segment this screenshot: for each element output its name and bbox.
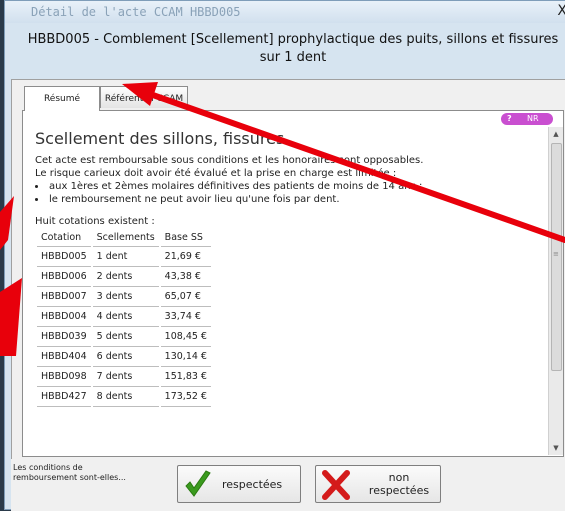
non-respectees-label: non respectées <box>364 471 434 497</box>
column-header: Cotation <box>37 229 91 247</box>
cell-base-ss: 173,52 € <box>160 387 211 407</box>
table-row: HBBD005 1 dent 21,69 € <box>37 247 211 267</box>
cell-cotation: HBBD007 <box>37 287 91 307</box>
cotations-table: Cotation Scellements Base SS HBBD005 1 de… <box>35 229 213 407</box>
cell-cotation: HBBD404 <box>37 347 91 367</box>
table-row: HBBD427 8 dents 173,52 € <box>37 387 211 407</box>
table-row: HBBD039 5 dents 108,45 € <box>37 327 211 347</box>
cell-base-ss: 21,69 € <box>160 247 211 267</box>
cell-scellements: 1 dent <box>92 247 159 267</box>
table-row: HBBD007 3 dents 65,07 € <box>37 287 211 307</box>
dialog-client-area: Résumé Référentiel CCAM ? NR Scellement … <box>11 79 565 461</box>
cell-scellements: 7 dents <box>92 367 159 387</box>
cell-cotation: HBBD427 <box>37 387 91 407</box>
respectees-label: respectées <box>222 478 283 491</box>
nr-badge-label: NR <box>527 114 539 123</box>
column-header: Base SS <box>160 229 211 247</box>
cell-scellements: 3 dents <box>92 287 159 307</box>
cell-base-ss: 33,74 € <box>160 307 211 327</box>
tab-referentiel-ccam[interactable]: Référentiel CCAM <box>100 86 188 108</box>
scroll-up-icon[interactable]: ▲ <box>549 127 563 141</box>
table-row: HBBD098 7 dents 151,83 € <box>37 367 211 387</box>
dialog-window: Détail de l'acte CCAM HBBD005 X HBBD005 … <box>4 0 565 511</box>
table-row: HBBD006 2 dents 43,38 € <box>37 267 211 287</box>
non-label-line-1: non <box>388 471 410 484</box>
vertical-scrollbar[interactable]: ▲ ≡ ▼ <box>548 127 563 455</box>
cell-cotation: HBBD004 <box>37 307 91 327</box>
cell-scellements: 6 dents <box>92 347 159 367</box>
grip-icon: ≡ <box>553 250 559 258</box>
tab-referentiel-label: Référentiel CCAM <box>104 94 184 104</box>
cell-scellements: 4 dents <box>92 307 159 327</box>
summary-title: Scellement des sillons, fissures <box>35 129 285 148</box>
cell-cotation: HBBD006 <box>37 267 91 287</box>
title-bar[interactable]: Détail de l'acte CCAM HBBD005 X <box>5 1 565 23</box>
act-header-text: HBBD005 - Comblement [Scellement] prophy… <box>27 32 559 65</box>
non-label-line-2: respectées <box>368 484 430 497</box>
condition-item: aux 1ères et 2èmes molaires définitives … <box>47 180 535 193</box>
conditions-list: aux 1ères et 2èmes molaires définitives … <box>47 180 535 206</box>
cell-cotation: HBBD098 <box>37 367 91 387</box>
cell-base-ss: 130,14 € <box>160 347 211 367</box>
table-row: HBBD004 4 dents 33,74 € <box>37 307 211 327</box>
table-row: HBBD404 6 dents 130,14 € <box>37 347 211 367</box>
summary-paragraph-2: Le risque carieux doit avoir été évalué … <box>35 168 397 179</box>
respectees-button[interactable]: respectées <box>177 465 301 503</box>
window-title: Détail de l'acte CCAM HBBD005 <box>31 5 241 19</box>
close-icon[interactable]: X <box>557 3 565 19</box>
cell-base-ss: 151,83 € <box>160 367 211 387</box>
cell-scellements: 5 dents <box>92 327 159 347</box>
cell-base-ss: 43,38 € <box>160 267 211 287</box>
non-respectees-button[interactable]: non respectées <box>315 465 441 503</box>
act-header: HBBD005 - Comblement [Scellement] prophy… <box>5 23 565 77</box>
tab-resume[interactable]: Résumé <box>24 86 100 111</box>
cell-base-ss: 65,07 € <box>160 287 211 307</box>
summary-content: Scellement des sillons, fissures Cet act… <box>35 129 535 407</box>
scroll-down-icon[interactable]: ▼ <box>549 441 563 455</box>
cell-scellements: 2 dents <box>92 267 159 287</box>
scrollbar-thumb[interactable]: ≡ <box>551 143 562 371</box>
summary-panel: ? NR Scellement des sillons, fissures Ce… <box>22 110 564 457</box>
nr-badge[interactable]: ? NR <box>501 113 553 125</box>
cotations-heading: Huit cotations existent : <box>35 216 155 227</box>
cell-scellements: 8 dents <box>92 387 159 407</box>
cell-cotation: HBBD005 <box>37 247 91 267</box>
checkmark-icon <box>185 470 211 497</box>
cell-base-ss: 108,45 € <box>160 327 211 347</box>
tab-resume-label: Résumé <box>43 94 81 104</box>
dialog-footer: Les conditions de remboursement sont-ell… <box>11 459 565 511</box>
table-header-row: Cotation Scellements Base SS <box>37 229 211 247</box>
column-header: Scellements <box>92 229 159 247</box>
cell-cotation: HBBD039 <box>37 327 91 347</box>
conditions-question: Les conditions de remboursement sont-ell… <box>13 463 126 482</box>
cross-icon <box>322 470 350 500</box>
condition-item: le remboursement ne peut avoir lieu qu'u… <box>47 193 535 206</box>
summary-paragraph-1: Cet acte est remboursable sous condition… <box>35 155 424 166</box>
help-icon: ? <box>507 114 512 123</box>
